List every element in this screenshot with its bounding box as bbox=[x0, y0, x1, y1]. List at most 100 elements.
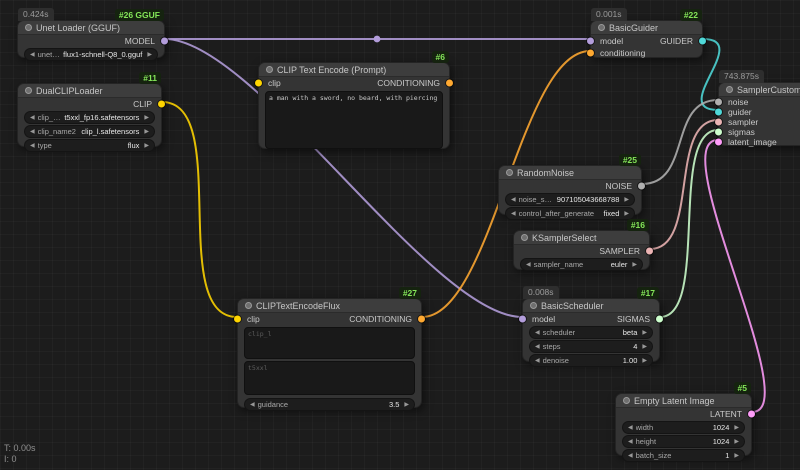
noise-seed-widget[interactable]: ◀ noise_seed 907105043668788 ▶ bbox=[505, 193, 635, 206]
clip-name2-widget[interactable]: ◀ clip_name2 clip_l.safetensors ▶ bbox=[24, 125, 155, 138]
increment-arrow-icon[interactable]: ▶ bbox=[642, 358, 647, 364]
decrement-arrow-icon[interactable]: ◀ bbox=[30, 143, 35, 149]
unet-name-widget[interactable]: ◀ unet_name flux1-schnell-Q8_0.gguf ▶ bbox=[24, 48, 158, 61]
prompt-textarea[interactable]: a man with a sword, no beard, with pierc… bbox=[265, 91, 443, 149]
node-clip-text-encode[interactable]: #6 CLIP Text Encode (Prompt) clip CONDIT… bbox=[258, 62, 450, 149]
increment-arrow-icon[interactable]: ▶ bbox=[632, 262, 637, 268]
node-header[interactable]: BasicGuider bbox=[591, 21, 702, 35]
clip-output-port[interactable] bbox=[158, 101, 165, 108]
node-header[interactable]: KSamplerSelect bbox=[514, 231, 649, 245]
decrement-arrow-icon[interactable]: ◀ bbox=[628, 439, 633, 445]
guider-output-port[interactable] bbox=[699, 38, 706, 45]
sigmas-input-port[interactable] bbox=[715, 129, 722, 136]
collapse-dot-icon[interactable] bbox=[726, 86, 733, 93]
widget-value: beta bbox=[623, 328, 640, 337]
denoise-widget[interactable]: ◀ denoise 1.00 ▶ bbox=[529, 354, 653, 367]
increment-arrow-icon[interactable]: ▶ bbox=[144, 143, 149, 149]
collapse-dot-icon[interactable] bbox=[25, 87, 32, 94]
node-basic-scheduler[interactable]: 0.008s #17 BasicScheduler model SIGMAS ◀… bbox=[522, 298, 660, 362]
decrement-arrow-icon[interactable]: ◀ bbox=[535, 358, 540, 364]
decrement-arrow-icon[interactable]: ◀ bbox=[535, 344, 540, 350]
noise-output-port[interactable] bbox=[638, 183, 645, 190]
decrement-arrow-icon[interactable]: ◀ bbox=[526, 262, 531, 268]
guider-input-port[interactable] bbox=[715, 109, 722, 116]
decrement-arrow-icon[interactable]: ◀ bbox=[511, 197, 516, 203]
collapse-dot-icon[interactable] bbox=[25, 24, 32, 31]
node-id-badge: #27 bbox=[399, 287, 421, 299]
increment-arrow-icon[interactable]: ▶ bbox=[144, 115, 149, 121]
decrement-arrow-icon[interactable]: ◀ bbox=[30, 115, 35, 121]
node-header[interactable]: DualCLIPLoader bbox=[18, 84, 161, 98]
type-widget[interactable]: ◀ type flux ▶ bbox=[24, 139, 155, 152]
height-widget[interactable]: ◀ height 1024 ▶ bbox=[622, 435, 745, 448]
increment-arrow-icon[interactable]: ▶ bbox=[624, 197, 629, 203]
node-header[interactable]: CLIP Text Encode (Prompt) bbox=[259, 63, 449, 77]
node-graph-canvas[interactable]: 0.424s #26 GGUF Unet Loader (GGUF) MODEL… bbox=[0, 0, 800, 470]
clip-name1-widget[interactable]: ◀ clip_name1 t5xxl_fp16.safetensors ▶ bbox=[24, 111, 155, 124]
widget-value: 1024 bbox=[713, 423, 732, 432]
collapse-dot-icon[interactable] bbox=[598, 24, 605, 31]
collapse-dot-icon[interactable] bbox=[266, 66, 273, 73]
clip-input-port[interactable] bbox=[255, 80, 262, 87]
decrement-arrow-icon[interactable]: ◀ bbox=[30, 52, 35, 58]
latent-output-port[interactable] bbox=[748, 411, 755, 418]
increment-arrow-icon[interactable]: ▶ bbox=[404, 402, 409, 408]
increment-arrow-icon[interactable]: ▶ bbox=[734, 453, 739, 459]
batch-size-widget[interactable]: ◀ batch_size 1 ▶ bbox=[622, 449, 745, 462]
sampler-output-port[interactable] bbox=[646, 248, 653, 255]
node-header[interactable]: SamplerCustomAdvanced bbox=[719, 83, 800, 97]
sampler-name-widget[interactable]: ◀ sampler_name euler ▶ bbox=[520, 258, 643, 271]
decrement-arrow-icon[interactable]: ◀ bbox=[30, 129, 35, 135]
decrement-arrow-icon[interactable]: ◀ bbox=[511, 211, 516, 217]
noise-input-port[interactable] bbox=[715, 99, 722, 106]
model-output-port[interactable] bbox=[161, 38, 168, 45]
node-header[interactable]: CLIPTextEncodeFlux bbox=[238, 299, 421, 313]
node-ksampler-select[interactable]: #16 KSamplerSelect SAMPLER ◀ sampler_nam… bbox=[513, 230, 650, 270]
node-header[interactable]: Unet Loader (GGUF) bbox=[18, 21, 164, 35]
model-input-port[interactable] bbox=[587, 38, 594, 45]
t5xxl-textarea[interactable]: t5xxl bbox=[244, 361, 415, 395]
node-unet-loader-gguf[interactable]: 0.424s #26 GGUF Unet Loader (GGUF) MODEL… bbox=[17, 20, 165, 58]
collapse-dot-icon[interactable] bbox=[623, 397, 630, 404]
clip-l-textarea[interactable]: clip_l bbox=[244, 327, 415, 359]
increment-arrow-icon[interactable]: ▶ bbox=[642, 330, 647, 336]
conditioning-output-port[interactable] bbox=[446, 80, 453, 87]
increment-arrow-icon[interactable]: ▶ bbox=[734, 439, 739, 445]
increment-arrow-icon[interactable]: ▶ bbox=[734, 425, 739, 431]
node-clip-text-encode-flux[interactable]: #27 CLIPTextEncodeFlux clip CONDITIONING… bbox=[237, 298, 422, 408]
increment-arrow-icon[interactable]: ▶ bbox=[642, 344, 647, 350]
collapse-dot-icon[interactable] bbox=[506, 169, 513, 176]
width-widget[interactable]: ◀ width 1024 ▶ bbox=[622, 421, 745, 434]
node-header[interactable]: BasicScheduler bbox=[523, 299, 659, 313]
node-random-noise[interactable]: #25 RandomNoise NOISE ◀ noise_seed 90710… bbox=[498, 165, 642, 215]
clip-input-port[interactable] bbox=[234, 316, 241, 323]
steps-widget[interactable]: ◀ steps 4 ▶ bbox=[529, 340, 653, 353]
latent-image-input-port[interactable] bbox=[715, 139, 722, 146]
node-empty-latent-image[interactable]: #5 Empty Latent Image LATENT ◀ width 102… bbox=[615, 393, 752, 456]
collapse-dot-icon[interactable] bbox=[245, 302, 252, 309]
node-title: DualCLIPLoader bbox=[36, 86, 103, 96]
decrement-arrow-icon[interactable]: ◀ bbox=[535, 330, 540, 336]
decrement-arrow-icon[interactable]: ◀ bbox=[250, 402, 255, 408]
increment-arrow-icon[interactable]: ▶ bbox=[147, 52, 152, 58]
increment-arrow-icon[interactable]: ▶ bbox=[624, 211, 629, 217]
collapse-dot-icon[interactable] bbox=[521, 234, 528, 241]
conditioning-input-port[interactable] bbox=[587, 50, 594, 57]
collapse-dot-icon[interactable] bbox=[530, 302, 537, 309]
decrement-arrow-icon[interactable]: ◀ bbox=[628, 425, 633, 431]
sigmas-output-port[interactable] bbox=[656, 316, 663, 323]
model-input-port[interactable] bbox=[519, 316, 526, 323]
status-overlay: T: 0.00s I: 0 bbox=[4, 443, 36, 465]
control-after-generate-widget[interactable]: ◀ control_after_generate fixed ▶ bbox=[505, 207, 635, 220]
conditioning-output-port[interactable] bbox=[418, 316, 425, 323]
sampler-input-port[interactable] bbox=[715, 119, 722, 126]
node-basic-guider[interactable]: 0.001s #22 BasicGuider model GUIDER cond… bbox=[590, 20, 703, 58]
decrement-arrow-icon[interactable]: ◀ bbox=[628, 453, 633, 459]
node-header[interactable]: Empty Latent Image bbox=[616, 394, 751, 408]
guidance-widget[interactable]: ◀ guidance 3.5 ▶ bbox=[244, 398, 415, 411]
node-dual-clip-loader[interactable]: #11 DualCLIPLoader CLIP ◀ clip_name1 t5x… bbox=[17, 83, 162, 147]
node-header[interactable]: RandomNoise bbox=[499, 166, 641, 180]
scheduler-widget[interactable]: ◀ scheduler beta ▶ bbox=[529, 326, 653, 339]
node-sampler-custom-advanced[interactable]: 743.875s SamplerCustomAdvanced noise gui… bbox=[718, 82, 800, 146]
increment-arrow-icon[interactable]: ▶ bbox=[144, 129, 149, 135]
